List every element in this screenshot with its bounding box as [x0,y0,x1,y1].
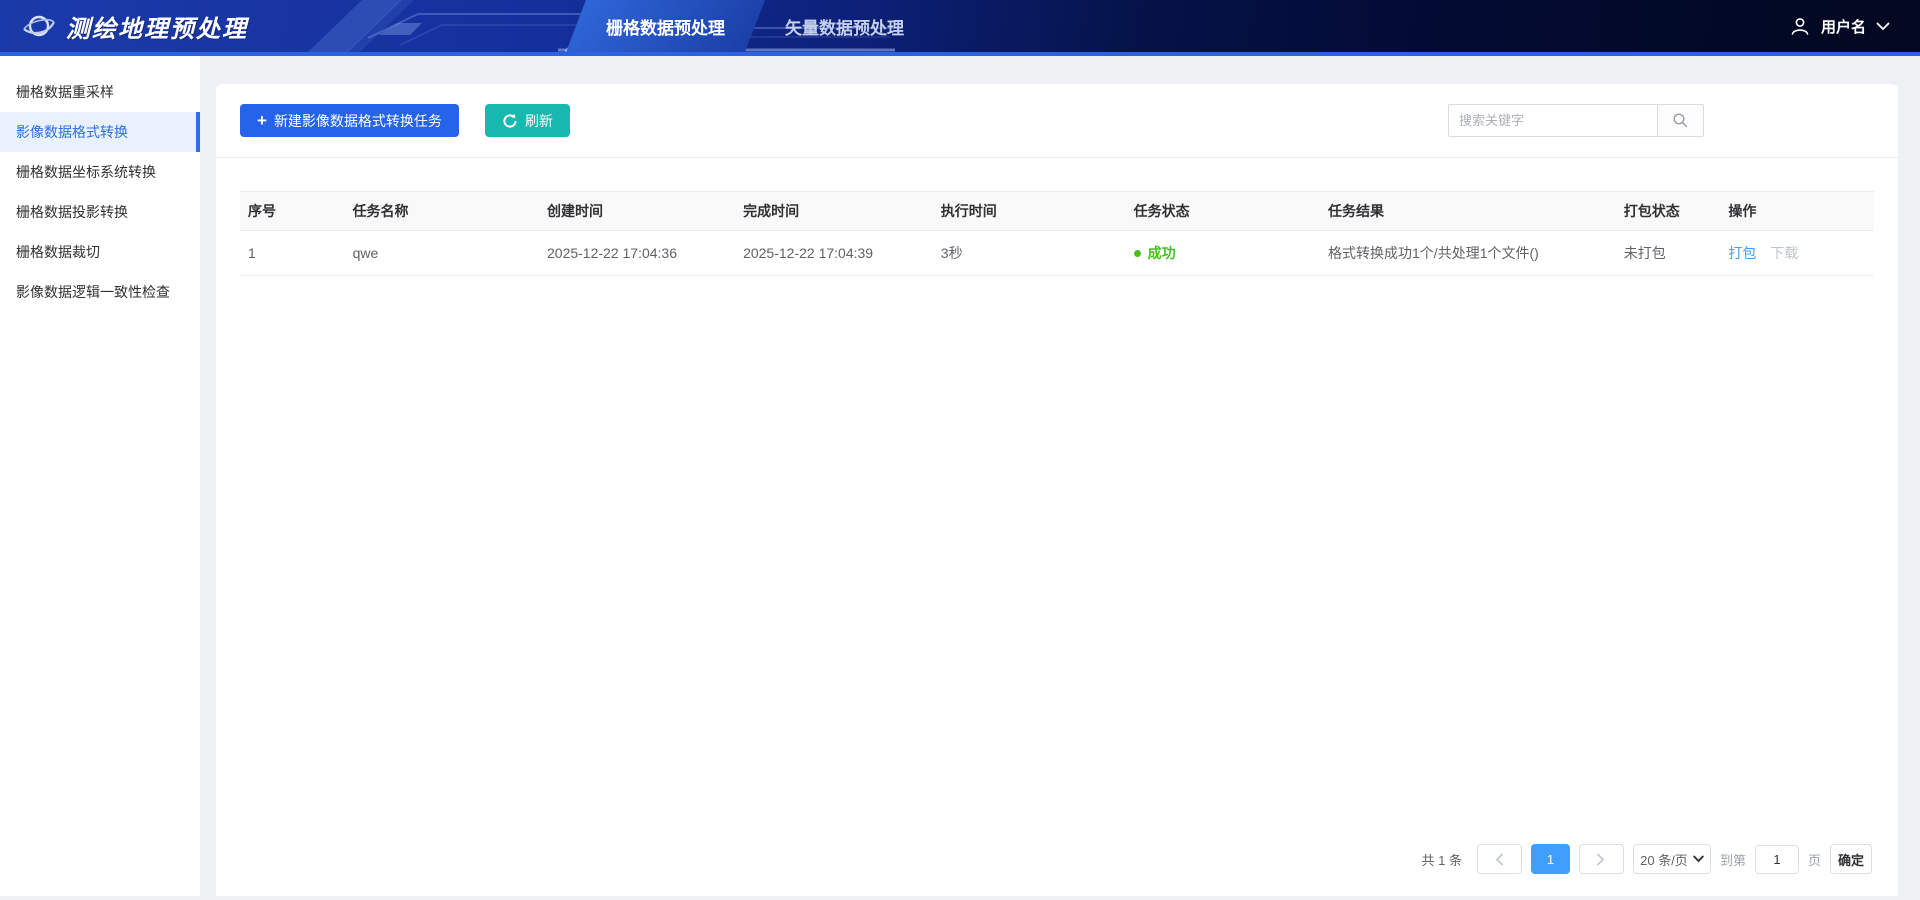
pagination-total: 共 1 条 [1422,850,1462,869]
cell-task-name: qwe [345,231,539,276]
col-duration: 执行时间 [933,192,1126,231]
goto-prefix: 到第 [1720,850,1746,869]
search-icon [1672,112,1689,129]
col-task-name: 任务名称 [345,192,539,231]
app-header: 测绘地理预处理 栅格数据预处理 矢量数据预处理 用户名 [0,0,1920,56]
toolbar-buttons: + 新建影像数据格式转换任务 刷新 [240,104,570,137]
sidebar-item-image-logic-check[interactable]: 影像数据逻辑一致性检查 [0,272,200,312]
chevron-right-icon [1596,853,1606,866]
cell-package-status: 未打包 [1616,231,1721,276]
sidebar-item-raster-coordinate-convert[interactable]: 栅格数据坐标系统转换 [0,152,200,192]
user-icon [1789,15,1811,37]
refresh-button[interactable]: 刷新 [485,104,570,137]
search-group [1448,104,1704,137]
tab-raster-preprocessing[interactable]: 栅格数据预处理 [576,0,755,52]
cell-duration: 3秒 [933,231,1126,276]
cell-finished-time: 2025-12-22 17:04:39 [735,231,933,276]
goto-page-input[interactable] [1755,845,1799,874]
search-button[interactable] [1657,104,1704,137]
chevron-left-icon [1494,853,1504,866]
cell-created-time: 2025-12-22 17:04:36 [539,231,735,276]
col-created-time: 创建时间 [539,192,735,231]
prev-page-button[interactable] [1477,844,1522,874]
table-row: 1 qwe 2025-12-22 17:04:36 2025-12-22 17:… [240,231,1874,276]
col-finished-time: 完成时间 [735,192,933,231]
next-page-button[interactable] [1579,844,1624,874]
main-area: + 新建影像数据格式转换任务 刷新 [200,56,1920,896]
col-result: 任务结果 [1320,192,1616,231]
download-link[interactable]: 下载 [1770,245,1798,261]
col-index: 序号 [240,192,345,231]
sidebar-item-raster-clip[interactable]: 栅格数据裁切 [0,232,200,272]
app-logo: 测绘地理预处理 [22,0,248,52]
app-title: 测绘地理预处理 [66,9,248,44]
cell-actions: 打包 下载 [1720,231,1874,276]
cell-index: 1 [240,231,345,276]
page-1-button[interactable]: 1 [1531,844,1570,874]
top-tab-bar: 栅格数据预处理 矢量数据预处理 [576,0,934,52]
sidebar-item-raster-resample[interactable]: 栅格数据重采样 [0,72,200,112]
goto-suffix: 页 [1808,850,1821,869]
col-actions: 操作 [1720,192,1874,231]
pagination: 共 1 条 1 20 条/页 [1422,844,1873,874]
globe-orbit-logo-icon [22,9,56,43]
success-dot-icon [1134,250,1141,257]
sidebar-item-raster-projection-convert[interactable]: 栅格数据投影转换 [0,192,200,232]
cell-status: 成功 [1126,231,1320,276]
search-input[interactable] [1448,104,1657,137]
status-label: 成功 [1148,243,1176,263]
page-size-select[interactable]: 20 条/页 [1633,844,1711,874]
select-chevron-down-icon [1693,855,1704,863]
sidebar: 栅格数据重采样 影像数据格式转换 栅格数据坐标系统转换 栅格数据投影转换 栅格数… [0,56,200,896]
user-menu[interactable]: 用户名 [1789,0,1890,52]
sidebar-item-image-format-convert[interactable]: 影像数据格式转换 [0,112,200,152]
chevron-down-icon [1876,22,1890,31]
table-header-row: 序号 任务名称 创建时间 完成时间 执行时间 任务状态 任务结果 打包状态 操作 [240,192,1874,231]
plus-icon: + [257,112,267,129]
col-package-status: 打包状态 [1616,192,1721,231]
content-card: + 新建影像数据格式转换任务 刷新 [216,84,1898,896]
task-table-wrap: 序号 任务名称 创建时间 完成时间 执行时间 任务状态 任务结果 打包状态 操作 [216,158,1898,276]
tab-vector-preprocessing[interactable]: 矢量数据预处理 [755,0,934,52]
task-table: 序号 任务名称 创建时间 完成时间 执行时间 任务状态 任务结果 打包状态 操作 [240,191,1874,276]
package-link[interactable]: 打包 [1728,245,1756,261]
user-name: 用户名 [1821,16,1866,37]
cell-result: 格式转换成功1个/共处理1个文件() [1320,231,1616,276]
new-task-button[interactable]: + 新建影像数据格式转换任务 [240,104,459,137]
goto-confirm-button[interactable]: 确定 [1830,844,1872,874]
col-status: 任务状态 [1126,192,1320,231]
page-body: 栅格数据重采样 影像数据格式转换 栅格数据坐标系统转换 栅格数据投影转换 栅格数… [0,56,1920,896]
toolbar: + 新建影像数据格式转换任务 刷新 [216,84,1898,158]
refresh-icon [502,113,518,129]
